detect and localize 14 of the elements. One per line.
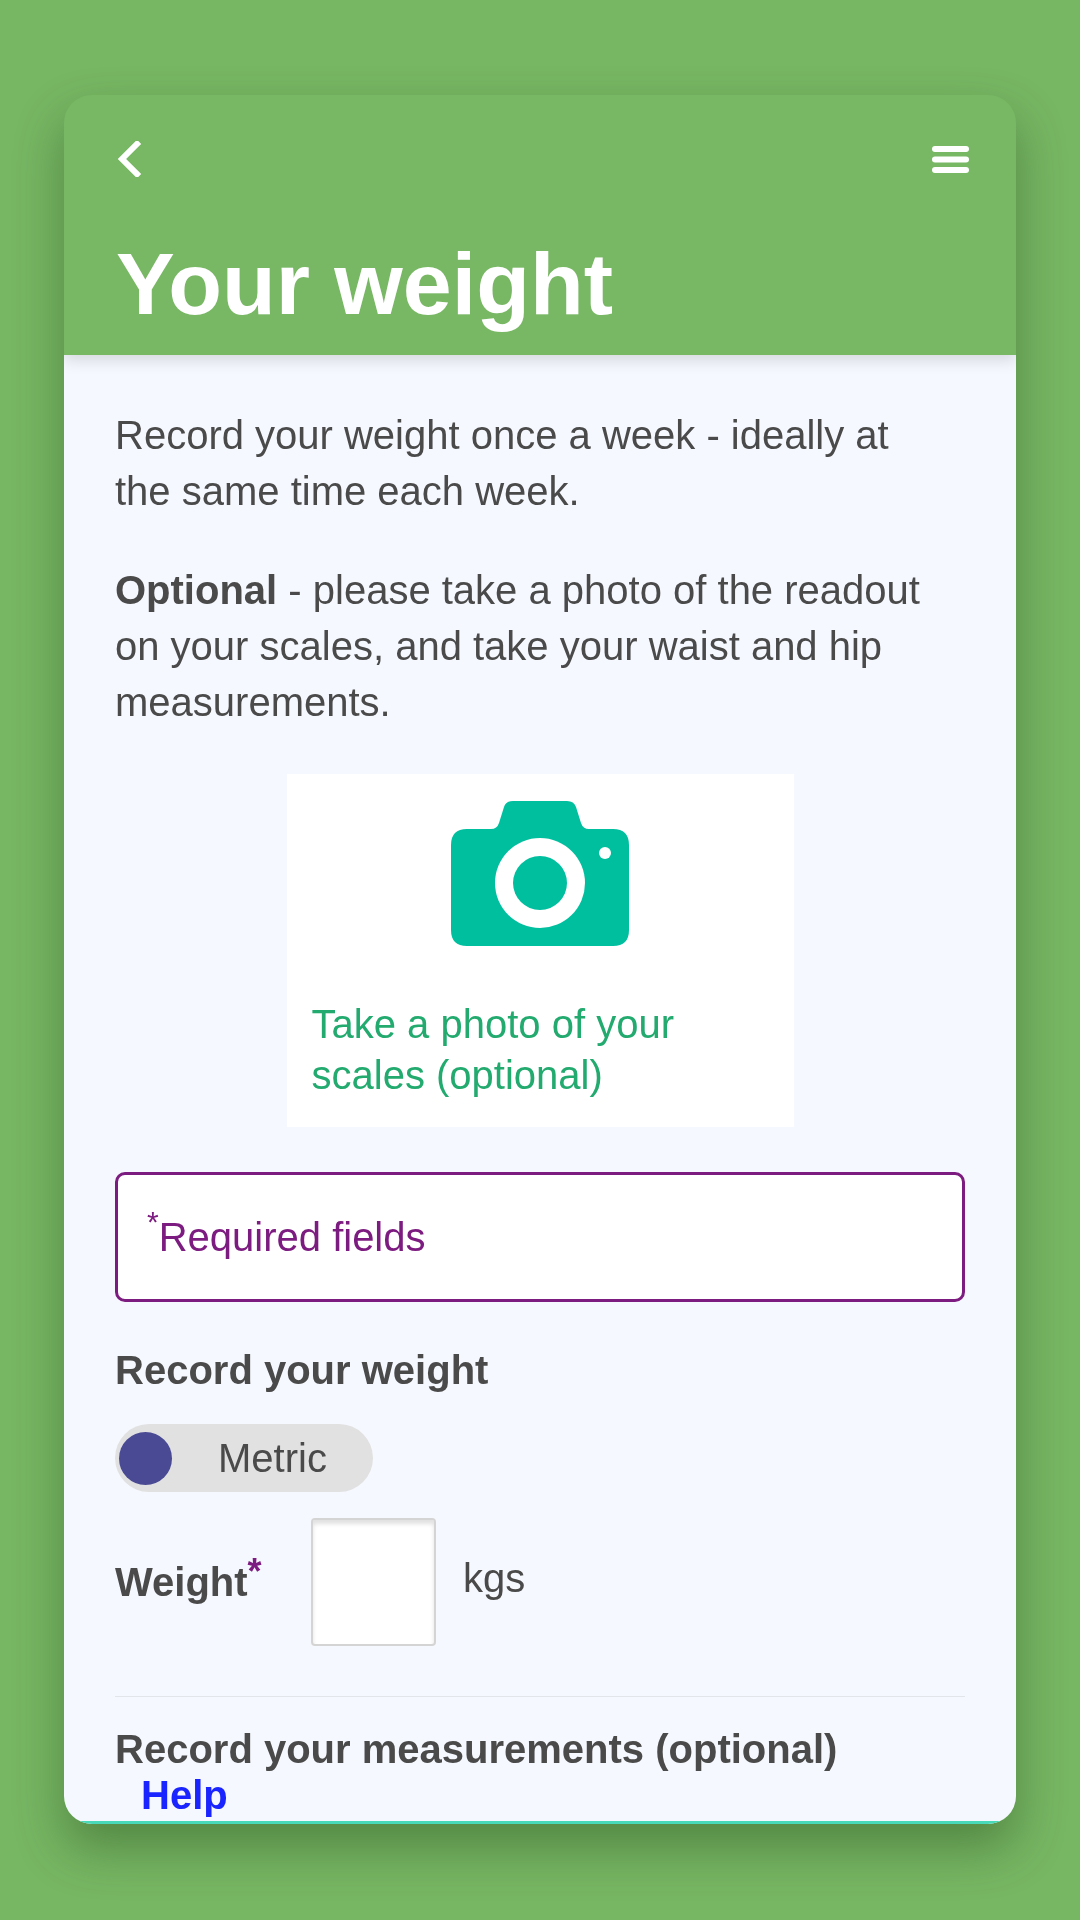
required-fields-note: $^{*}$Required fields	[115, 1172, 965, 1302]
section-heading: Record your measurements (optional)	[115, 1727, 839, 1771]
weight-input[interactable]	[311, 1518, 436, 1646]
unit-toggle[interactable]: Metric	[115, 1424, 373, 1492]
required-asterisk: *	[247, 1554, 262, 1590]
camera-icon	[451, 801, 629, 946]
intro-paragraph: Record your weight once a week - ideally at the same time each week.	[115, 412, 890, 515]
unit-label: kgs	[463, 1555, 526, 1602]
menu-icon[interactable]	[932, 145, 969, 173]
weight-label: Weight	[115, 1560, 248, 1606]
intro-paragraph: Optional - please take a photo of the readout on your scales, and take your waist and hip measurements.	[115, 567, 921, 726]
back-chevron-icon[interactable]	[116, 141, 141, 177]
section-heading: Record your weight	[115, 1347, 490, 1394]
help-link[interactable]: Help	[141, 1773, 228, 1817]
